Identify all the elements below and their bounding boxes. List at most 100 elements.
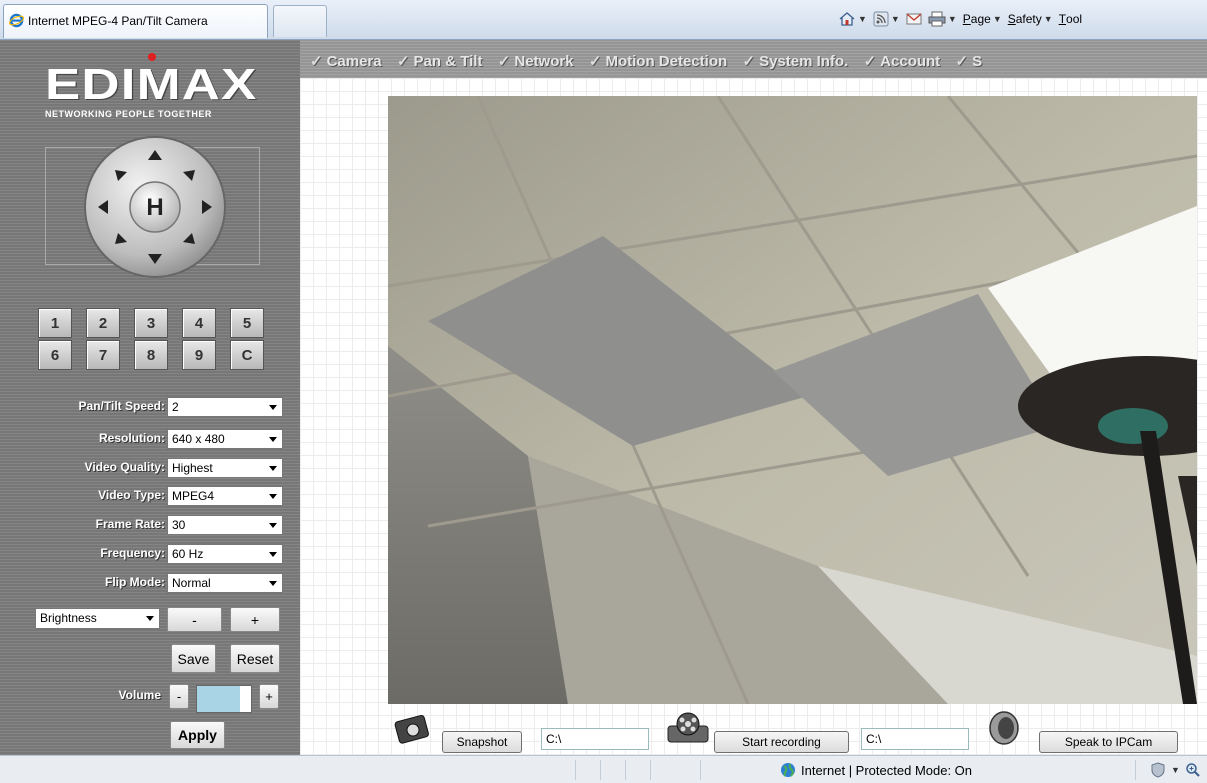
menu-pan-tilt[interactable]: ✓ Pan & Tilt [397, 52, 482, 70]
pan-tilt-speed-select[interactable]: 2 [167, 397, 283, 417]
menu-camera[interactable]: ✓ Camera [310, 52, 382, 70]
flip-mode-label: Flip Mode: [105, 575, 165, 589]
chevron-down-icon [269, 552, 277, 557]
video-quality-value: Highest [172, 461, 213, 475]
read-mail-button[interactable] [906, 12, 922, 26]
edimax-logo: EDIMAX NETWORKING PEOPLE TOGETHER [45, 53, 265, 119]
video-type-select[interactable]: MPEG4 [167, 486, 283, 506]
feed-icon [873, 11, 889, 27]
logo-wordmark: EDIMAX [45, 60, 258, 109]
film-reel-icon [667, 712, 709, 743]
safety-menu-label: afety [1015, 12, 1042, 26]
check-icon: ✓ [396, 53, 410, 70]
resolution-label: Resolution: [99, 431, 165, 445]
menu-system-info[interactable]: ✓ System Info. [742, 52, 848, 70]
adjust-minus-button[interactable]: - [167, 607, 222, 632]
apply-button[interactable]: Apply [170, 721, 225, 749]
new-tab-button[interactable] [273, 5, 327, 37]
preset-6-button[interactable]: 6 [38, 340, 72, 370]
status-bar: Internet | Protected Mode: On ▼ [0, 755, 1207, 783]
security-zone[interactable]: Internet | Protected Mode: On [780, 762, 972, 778]
menu-network[interactable]: ✓ Network [498, 52, 574, 70]
chevron-down-icon: ▼ [858, 14, 867, 24]
check-icon: ✓ [310, 53, 323, 70]
home-button[interactable]: ▼ [838, 11, 867, 27]
browser-tab[interactable]: Internet MPEG-4 Pan/Tilt Camera [3, 4, 268, 38]
frequency-value: 60 Hz [172, 547, 204, 561]
menu-motion-detection-label: Motion Detection [605, 53, 728, 70]
chevron-down-icon: ▼ [890, 14, 900, 24]
video-quality-select[interactable]: Highest [167, 458, 283, 478]
volume-level-bar[interactable] [196, 685, 252, 713]
chevron-down-icon [269, 494, 277, 499]
safety-menu[interactable]: Safety ▼ [1008, 12, 1053, 26]
snapshot-path-input[interactable]: C:\ [541, 728, 649, 750]
zoom-icon [1186, 763, 1200, 777]
chevron-down-icon: ▼ [1043, 14, 1053, 24]
start-recording-button[interactable]: Start recording [714, 731, 849, 753]
snapshot-button[interactable]: Snapshot [442, 731, 522, 753]
chevron-down-icon: ▼ [947, 14, 957, 24]
preset-4-button[interactable]: 4 [182, 308, 216, 338]
adjust-plus-button[interactable]: + [230, 607, 280, 632]
preset-3-button[interactable]: 3 [134, 308, 168, 338]
video-type-label: Video Type: [98, 488, 165, 502]
frame-rate-label: Frame Rate: [95, 517, 165, 531]
chevron-down-icon [269, 466, 277, 471]
resolution-select[interactable]: 640 x 480 [167, 429, 283, 449]
preset-7-button[interactable]: 7 [86, 340, 120, 370]
menu-account[interactable]: ✓ Account [864, 52, 941, 70]
preset-5-button[interactable]: 5 [230, 308, 264, 338]
tools-menu-label: ool [1066, 12, 1083, 26]
protected-mode-button[interactable]: ▼ [1150, 762, 1180, 778]
volume-plus-button[interactable]: + [259, 684, 279, 709]
shield-lock-icon [1151, 762, 1165, 778]
zoom-button[interactable] [1185, 762, 1201, 781]
adjust-select[interactable]: Brightness [35, 608, 160, 629]
menu-truncated-label: S [972, 53, 983, 70]
check-icon: ✓ [497, 53, 511, 70]
frequency-select[interactable]: 60 Hz [167, 544, 283, 564]
live-video-feed [388, 96, 1197, 704]
menu-truncated[interactable]: ✓ S [956, 52, 983, 70]
check-icon: ✓ [742, 53, 756, 70]
record-path-input[interactable]: C:\ [861, 728, 969, 750]
chevron-down-icon: ▼ [992, 14, 1002, 24]
frame-rate-select[interactable]: 30 [167, 515, 283, 535]
save-button[interactable]: Save [171, 644, 216, 673]
tab-title: Internet MPEG-4 Pan/Tilt Camera [28, 14, 208, 28]
flip-mode-select[interactable]: Normal [167, 573, 283, 593]
preset-8-button[interactable]: 8 [134, 340, 168, 370]
page-menu-mnemonic: P [962, 12, 971, 26]
page-menu-label: age [970, 12, 991, 26]
feeds-button[interactable]: ▼ [873, 11, 900, 27]
adjust-value: Brightness [40, 611, 97, 625]
status-divider [650, 760, 651, 780]
speak-to-ipcam-button[interactable]: Speak to IPCam [1039, 731, 1178, 753]
preset-1-button[interactable]: 1 [38, 308, 72, 338]
reset-button[interactable]: Reset [230, 644, 280, 673]
camera-icon [394, 714, 429, 744]
logo-tagline: NETWORKING PEOPLE TOGETHER [45, 109, 212, 119]
flip-mode-value: Normal [172, 576, 211, 590]
video-quality-label: Video Quality: [84, 460, 165, 474]
menu-system-info-label: System Info. [759, 53, 849, 70]
print-button[interactable]: ▼ [928, 11, 957, 27]
preset-9-button[interactable]: 9 [182, 340, 216, 370]
status-divider [600, 760, 601, 780]
menu-motion-detection[interactable]: ✓ Motion Detection [589, 52, 727, 70]
menu-network-label: Network [514, 53, 574, 70]
pan-tilt-speed-value: 2 [172, 400, 179, 414]
chevron-down-icon [269, 405, 277, 410]
volume-minus-button[interactable]: - [169, 684, 189, 709]
home-button-label[interactable]: H [146, 194, 163, 221]
preset-clear-button[interactable]: C [230, 340, 264, 370]
pan-tilt-control[interactable]: H [80, 132, 230, 282]
volume-label: Volume [118, 688, 161, 702]
check-icon: ✓ [863, 53, 877, 70]
tools-menu[interactable]: Tool [1059, 12, 1082, 26]
page-menu[interactable]: Page ▼ [963, 12, 1002, 26]
menu-account-label: Account [880, 53, 941, 70]
globe-icon [781, 763, 795, 777]
preset-2-button[interactable]: 2 [86, 308, 120, 338]
